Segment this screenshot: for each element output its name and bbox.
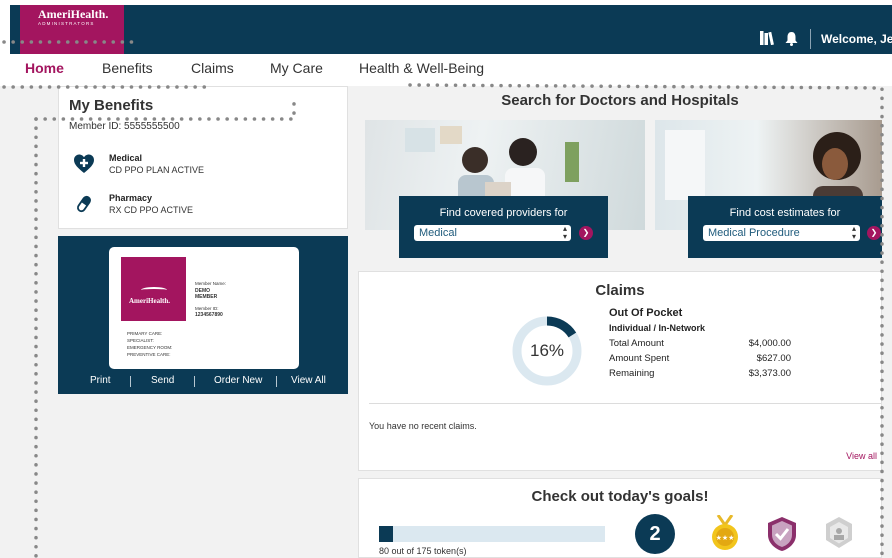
card-brand: AmeriHealth. xyxy=(129,297,171,305)
goal-count-badge[interactable]: 2 xyxy=(635,514,675,554)
my-benefits-card: My Benefits Member ID: 5555555500 Medica… xyxy=(58,86,348,229)
swoosh-icon xyxy=(141,287,167,293)
providers-go-button[interactable]: ❯ xyxy=(579,226,593,240)
plan-status: RX CD PPO ACTIVE xyxy=(109,205,194,215)
goals-title: Check out today's goals! xyxy=(531,488,709,505)
goals-card: Check out today's goals! 80 out of 175 t… xyxy=(358,478,882,558)
claims-title: Claims xyxy=(595,282,645,299)
provider-type-select[interactable]: Medical ▴ ▾ xyxy=(414,225,571,241)
find-costs-label: Find cost estimates for xyxy=(729,207,841,219)
library-icon[interactable] xyxy=(760,31,776,45)
claims-card: Claims 16% Out Of Pocket Individual / In… xyxy=(358,271,882,471)
no-recent-claims-text: You have no recent claims. xyxy=(369,421,477,431)
logo-brand: AmeriHealth. xyxy=(38,7,109,21)
plan-name: Pharmacy xyxy=(109,193,153,203)
card-coverage-line: SPECIALIST: xyxy=(127,338,154,343)
card-member-id-label: Member ID: xyxy=(195,306,219,311)
action-divider xyxy=(276,376,277,387)
card-member-name-label: Member Name: xyxy=(195,281,227,286)
main-nav: Home Benefits Claims My Care Health & We… xyxy=(0,54,892,86)
header-divider xyxy=(810,29,811,49)
card-coverage-line: PRIMARY CARE: xyxy=(127,331,163,336)
claims-divider xyxy=(369,403,881,404)
oop-label: Amount Spent xyxy=(609,353,670,364)
oop-value: $4,000.00 xyxy=(748,338,791,349)
oop-row-total: Total Amount $4,000.00 xyxy=(609,338,791,349)
search-title: Search for Doctors and Hospitals xyxy=(501,92,739,109)
card-coverage-line: EMERGENCY ROOM: xyxy=(127,345,173,350)
purple-shield-check-icon[interactable] xyxy=(765,515,799,553)
select-arrows-icon: ▴ ▾ xyxy=(851,224,856,241)
top-bar xyxy=(0,0,892,54)
card-view-all-link[interactable]: View All xyxy=(291,375,326,386)
oop-row-remaining: Remaining $3,373.00 xyxy=(609,368,791,379)
procedure-type-selected: Medical Procedure xyxy=(708,227,800,239)
out-of-pocket-title: Out Of Pocket xyxy=(609,307,683,319)
nav-my-care[interactable]: My Care xyxy=(270,60,323,76)
nav-benefits[interactable]: Benefits xyxy=(102,60,153,76)
card-order-new-link[interactable]: Order New xyxy=(214,375,262,386)
plan-name: Medical xyxy=(109,153,143,163)
costs-go-button[interactable]: ❯ xyxy=(867,226,881,240)
amerihealth-logo[interactable]: AmeriHealth. ADMINISTRATORS xyxy=(20,5,124,54)
plan-row-medical[interactable]: Medical CD PPO PLAN ACTIVE xyxy=(73,153,333,183)
action-divider xyxy=(194,376,195,387)
token-progress-bar xyxy=(379,526,605,542)
id-card-panel: AmeriHealth. Member Name: DEMO MEMBER Me… xyxy=(58,236,348,394)
select-arrows-icon: ▴ ▾ xyxy=(562,224,567,241)
out-of-pocket-subtitle: Individual / In-Network xyxy=(609,323,706,333)
card-member-last: MEMBER xyxy=(195,294,218,300)
card-send-link[interactable]: Send xyxy=(151,375,174,386)
out-of-pocket-percent: 16% xyxy=(529,341,565,360)
gold-medal-icon[interactable]: ★★★ xyxy=(708,515,742,553)
card-actions: Print Send Order New View All xyxy=(58,375,348,389)
card-member-id-value: 1234567890 xyxy=(195,312,223,318)
find-costs-box: Find cost estimates for Medical Procedur… xyxy=(688,196,882,258)
token-count-text: 80 out of 175 token(s) xyxy=(379,546,467,556)
nav-health-well-being[interactable]: Health & Well-Being xyxy=(359,60,484,76)
oop-label: Total Amount xyxy=(609,338,664,349)
nav-home[interactable]: Home xyxy=(25,60,64,76)
logo-subtitle: ADMINISTRATORS xyxy=(38,21,95,26)
oop-row-spent: Amount Spent $627.00 xyxy=(609,353,791,364)
procedure-type-select[interactable]: Medical Procedure ▴ ▾ xyxy=(703,225,860,241)
oop-label: Remaining xyxy=(609,368,655,379)
bell-icon[interactable] xyxy=(785,31,798,46)
token-progress-fill xyxy=(379,526,393,542)
member-id: Member ID: 5555555500 xyxy=(69,121,180,132)
card-print-link[interactable]: Print xyxy=(90,375,111,386)
oop-value: $627.00 xyxy=(756,353,791,364)
card-logo: AmeriHealth. xyxy=(121,257,186,321)
plan-status: CD PPO PLAN ACTIVE xyxy=(109,165,205,175)
card-coverage-line: PREVENTIVE CARE: xyxy=(127,352,171,357)
pill-icon xyxy=(77,195,91,213)
my-benefits-title: My Benefits xyxy=(69,97,154,114)
plan-row-pharmacy[interactable]: Pharmacy RX CD PPO ACTIVE xyxy=(73,193,333,223)
gray-trophy-badge-icon[interactable] xyxy=(822,515,856,553)
oop-value: $3,373.00 xyxy=(748,368,791,379)
welcome-user-menu[interactable]: Welcome, Je xyxy=(821,32,892,46)
svg-text:★★★: ★★★ xyxy=(716,534,735,542)
nav-claims[interactable]: Claims xyxy=(191,60,234,76)
member-id-card[interactable]: AmeriHealth. Member Name: DEMO MEMBER Me… xyxy=(109,247,299,369)
find-providers-box: Find covered providers for Medical ▴ ▾ ❯ xyxy=(399,196,608,258)
claims-view-all-link[interactable]: View all xyxy=(846,451,877,461)
header-background xyxy=(10,5,892,54)
provider-type-selected: Medical xyxy=(419,227,457,239)
find-providers-label: Find covered providers for xyxy=(439,207,568,219)
action-divider xyxy=(130,376,131,387)
heart-plus-icon xyxy=(74,154,94,173)
